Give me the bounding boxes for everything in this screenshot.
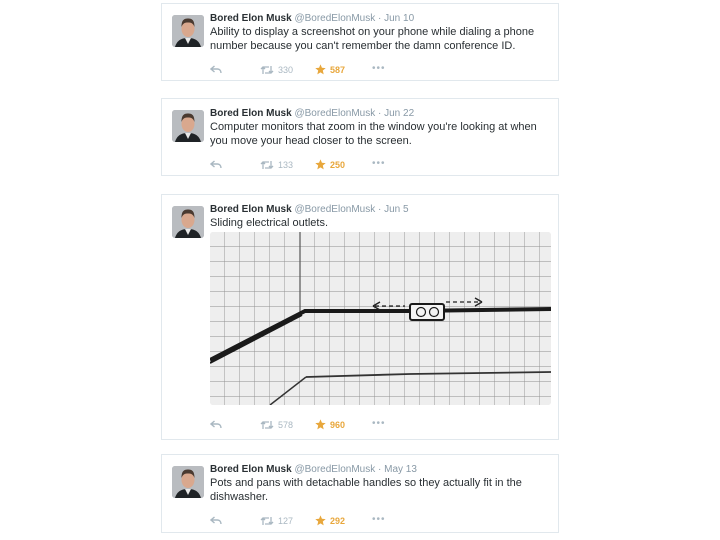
author-handle[interactable]: @BoredElonMusk — [294, 204, 375, 215]
reply-button[interactable] — [209, 417, 222, 431]
avatar[interactable] — [172, 15, 204, 47]
star-icon — [315, 64, 326, 75]
tweet-date[interactable]: Jun 5 — [384, 204, 408, 215]
tweet-header: Bored Elon Musk @BoredElonMusk · Jun 5 — [210, 204, 550, 216]
retweet-count: 127 — [278, 515, 294, 526]
tweet-card[interactable]: Bored Elon Musk @BoredElonMusk · Jun 5 S… — [161, 194, 559, 440]
separator-dot: · — [378, 13, 382, 24]
tweet-card[interactable]: Bored Elon Musk @BoredElonMusk · Jun 22 … — [161, 98, 559, 176]
favorite-count: 292 — [330, 515, 346, 526]
avatar[interactable] — [172, 466, 204, 498]
more-icon: ••• — [372, 418, 386, 429]
star-icon — [315, 515, 326, 526]
tweet-date[interactable]: Jun 10 — [384, 13, 414, 24]
favorite-button[interactable]: 960 — [315, 417, 345, 432]
favorite-count: 960 — [330, 419, 346, 430]
favorite-button[interactable]: 250 — [315, 157, 345, 172]
more-button[interactable]: ••• — [372, 62, 386, 76]
retweet-count: 330 — [278, 64, 294, 75]
separator-dot: · — [378, 204, 382, 215]
author-handle[interactable]: @BoredElonMusk — [294, 464, 375, 475]
retweet-icon — [260, 160, 274, 169]
author-name[interactable]: Bored Elon Musk — [210, 13, 292, 24]
favorite-count: 250 — [330, 159, 346, 170]
reply-icon — [209, 516, 222, 524]
retweet-button[interactable]: 330 — [260, 62, 293, 77]
more-button[interactable]: ••• — [372, 157, 386, 171]
avatar[interactable] — [172, 110, 204, 142]
tweet-header: Bored Elon Musk @BoredElonMusk · Jun 10 — [210, 13, 550, 25]
tweet-date[interactable]: Jun 22 — [384, 108, 414, 119]
reply-button[interactable] — [209, 62, 222, 76]
retweet-button[interactable]: 127 — [260, 513, 293, 528]
avatar[interactable] — [172, 206, 204, 238]
tweet-photo[interactable] — [210, 232, 551, 405]
favorite-button[interactable]: 292 — [315, 513, 345, 528]
star-icon — [315, 419, 326, 430]
reply-icon — [209, 420, 222, 428]
star-icon — [315, 159, 326, 170]
tweet-text: Pots and pans with detachable handles so… — [210, 477, 522, 503]
tweet-text: Ability to display a screenshot on your … — [210, 26, 535, 52]
author-handle[interactable]: @BoredElonMusk — [294, 13, 375, 24]
reply-icon — [209, 65, 222, 73]
author-name[interactable]: Bored Elon Musk — [210, 464, 292, 475]
more-button[interactable]: ••• — [372, 513, 386, 527]
retweet-icon — [260, 516, 274, 525]
separator-dot: · — [378, 464, 382, 475]
retweet-button[interactable]: 133 — [260, 157, 293, 172]
author-name[interactable]: Bored Elon Musk — [210, 204, 292, 215]
tweet-text: Computer monitors that zoom in the windo… — [210, 121, 537, 147]
tweet-header: Bored Elon Musk @BoredElonMusk · Jun 22 — [210, 108, 550, 120]
tweet-card[interactable]: Bored Elon Musk @BoredElonMusk · Jun 10 … — [161, 3, 559, 81]
author-handle[interactable]: @BoredElonMusk — [294, 108, 375, 119]
tweet-header: Bored Elon Musk @BoredElonMusk · May 13 — [210, 464, 550, 476]
reply-icon — [209, 160, 222, 168]
tweet-card[interactable]: Bored Elon Musk @BoredElonMusk · May 13 … — [161, 454, 559, 533]
tweet-date[interactable]: May 13 — [384, 464, 417, 475]
separator-dot: · — [378, 108, 382, 119]
retweet-count: 578 — [278, 419, 294, 430]
retweet-icon — [260, 420, 274, 429]
more-icon: ••• — [372, 158, 386, 169]
retweet-icon — [260, 65, 274, 74]
more-icon: ••• — [372, 63, 386, 74]
reply-button[interactable] — [209, 157, 222, 171]
favorite-count: 587 — [330, 64, 346, 75]
retweet-button[interactable]: 578 — [260, 417, 293, 432]
author-name[interactable]: Bored Elon Musk — [210, 108, 292, 119]
favorite-button[interactable]: 587 — [315, 62, 345, 77]
retweet-count: 133 — [278, 159, 294, 170]
more-icon: ••• — [372, 514, 386, 525]
reply-button[interactable] — [209, 513, 222, 527]
more-button[interactable]: ••• — [372, 417, 386, 431]
tweet-text: Sliding electrical outlets. — [210, 217, 329, 229]
